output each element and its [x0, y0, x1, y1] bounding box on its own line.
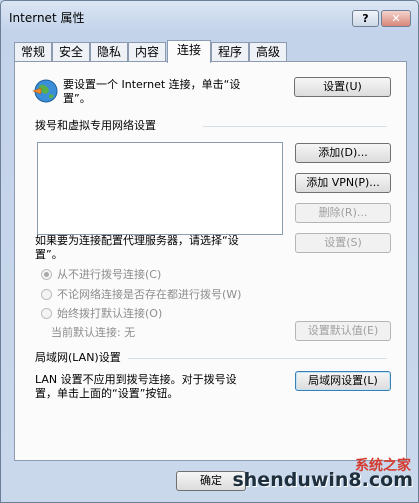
lan-text-line1: LAN 设置不应用到拨号连接。对于拨号设	[35, 373, 237, 386]
lan-group-label: 局域网(LAN)设置	[35, 351, 121, 364]
dialup-group-divider	[203, 126, 387, 127]
add-button[interactable]: 添加(D)...	[295, 143, 391, 163]
globe-icon	[32, 78, 58, 104]
lan-text-line2: 置，单击上面的“设置”按钮。	[35, 387, 179, 400]
tab-content[interactable]: 内容	[128, 42, 166, 61]
proxy-text-line1: 如果要为连接配置代理服务器，请选择“设	[35, 234, 239, 247]
setup-button[interactable]: 设置(U)	[294, 77, 391, 97]
add-vpn-button[interactable]: 添加 VPN(P)...	[295, 173, 391, 193]
connections-panel: 要设置一个 Internet 连接，单击“设 置”。 设置(U) 拨号和虚拟专用…	[14, 61, 407, 461]
tab-connections[interactable]: 连接	[167, 40, 211, 63]
current-default-caption: 当前默认连接:	[51, 326, 121, 339]
site-watermark: 系统之家 shenduwin8.com	[225, 455, 419, 503]
radio-never-dial-label: 从不进行拨号连接(C)	[57, 268, 162, 281]
setup-text-line2: 置”。	[63, 92, 91, 105]
watermark-text: shenduwin8.com	[232, 469, 413, 491]
help-button[interactable]: ?	[352, 10, 379, 27]
setup-text-line1: 要设置一个 Internet 连接，单击“设	[63, 78, 241, 91]
radio-dial-whenever[interactable]	[41, 289, 52, 300]
delete-button[interactable]: 删除(R)...	[295, 203, 391, 223]
tab-programs[interactable]: 程序	[211, 42, 249, 61]
lan-settings-button[interactable]: 局域网设置(L)	[295, 371, 391, 391]
title-bar: Internet 属性 ? ✕	[1, 1, 418, 31]
tab-general[interactable]: 常规	[14, 42, 52, 61]
set-default-button[interactable]: 设置默认值(E)	[295, 321, 391, 341]
connections-listbox[interactable]	[37, 142, 283, 235]
radio-always-dial-default[interactable]	[41, 308, 52, 319]
tab-privacy[interactable]: 隐私	[90, 42, 128, 61]
window-title: Internet 属性	[9, 11, 85, 25]
radio-dial-whenever-label: 不论网络连接是否存在都进行拨号(W)	[57, 288, 242, 301]
radio-always-dial-default-label: 始终拨打默认连接(O)	[57, 307, 163, 320]
tab-advanced[interactable]: 高级	[249, 42, 287, 61]
current-default-value: 无	[124, 326, 136, 339]
dialup-group-label: 拨号和虚拟专用网络设置	[35, 119, 156, 132]
current-default-label: 当前默认连接: 无	[51, 326, 135, 340]
dialup-settings-button[interactable]: 设置(S)	[295, 233, 391, 253]
internet-properties-window: Internet 属性 ? ✕ 常规 安全 隐私 内容 连接 程序 高级 要设置…	[0, 0, 419, 503]
tab-security[interactable]: 安全	[52, 42, 90, 61]
lan-group-divider	[128, 358, 387, 359]
radio-never-dial[interactable]	[41, 269, 52, 280]
proxy-text-line2: 置”。	[35, 248, 63, 261]
close-button[interactable]: ✕	[381, 10, 411, 27]
